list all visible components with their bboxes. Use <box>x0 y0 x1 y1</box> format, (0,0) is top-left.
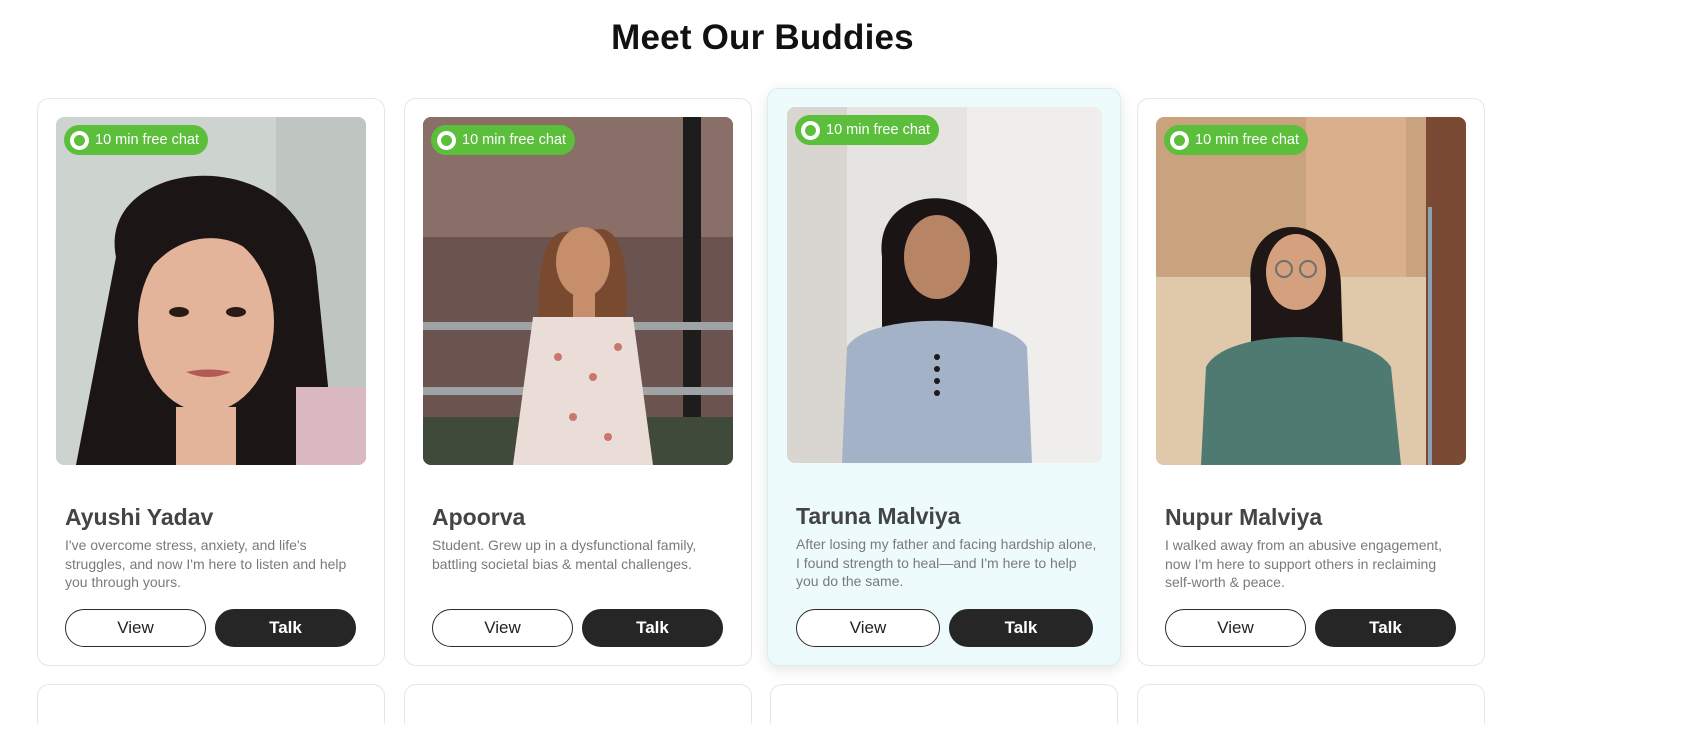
buddy-photo: 10 min free chat <box>423 117 733 465</box>
free-chat-badge: 10 min free chat <box>431 125 575 155</box>
buddies-section: Meet Our Buddies 10 min free chat Ayushi… <box>0 0 1689 739</box>
buddy-bio: I walked away from an abusive engagement… <box>1165 537 1443 590</box>
badge-label: 10 min free chat <box>95 132 199 148</box>
free-chat-badge: 10 min free chat <box>1164 125 1308 155</box>
badge-label: 10 min free chat <box>826 122 930 138</box>
free-chat-badge: 10 min free chat <box>795 115 939 145</box>
online-dot-icon <box>437 130 456 150</box>
buddy-card-apoorva: 10 min free chat Apoorva Student. Grew u… <box>404 98 752 666</box>
talk-button[interactable]: Talk <box>582 609 723 647</box>
buddy-card-ayushi: 10 min free chat Ayushi Yadav I've overc… <box>37 98 385 666</box>
view-button[interactable]: View <box>1165 609 1306 647</box>
view-button[interactable]: View <box>432 609 573 647</box>
buddy-name: Ayushi Yadav <box>65 504 214 530</box>
buddy-bio: After losing my father and facing hardsh… <box>796 536 1097 589</box>
buddy-name: Taruna Malviya <box>796 503 961 529</box>
online-dot-icon <box>70 130 89 150</box>
buddy-photo: 10 min free chat <box>1156 117 1466 465</box>
section-title: Meet Our Buddies <box>611 18 914 57</box>
buddy-card-taruna: 10 min free chat Taruna Malviya After lo… <box>767 88 1121 666</box>
buddy-name: Nupur Malviya <box>1165 504 1323 530</box>
buddy-bio: Student. Grew up in a dysfunctional fami… <box>432 537 697 572</box>
talk-button[interactable]: Talk <box>215 609 356 647</box>
talk-button[interactable]: Talk <box>1315 609 1456 647</box>
buddy-bio: I've overcome stress, anxiety, and life'… <box>65 537 347 590</box>
next-row-card <box>37 684 385 724</box>
buddy-name: Apoorva <box>432 504 526 530</box>
online-dot-icon <box>1170 130 1189 150</box>
badge-label: 10 min free chat <box>1195 132 1299 148</box>
badge-label: 10 min free chat <box>462 132 566 148</box>
next-row-card <box>1137 684 1485 724</box>
next-row-card <box>404 684 752 724</box>
view-button[interactable]: View <box>796 609 940 647</box>
online-dot-icon <box>801 120 820 140</box>
free-chat-badge: 10 min free chat <box>64 125 208 155</box>
buddy-card-nupur: 10 min free chat Nupur Malviya I walked … <box>1137 98 1485 666</box>
buddy-photo: 10 min free chat <box>787 107 1102 463</box>
buddy-photo: 10 min free chat <box>56 117 366 465</box>
view-button[interactable]: View <box>65 609 206 647</box>
next-row-card <box>770 684 1118 724</box>
talk-button[interactable]: Talk <box>949 609 1093 647</box>
